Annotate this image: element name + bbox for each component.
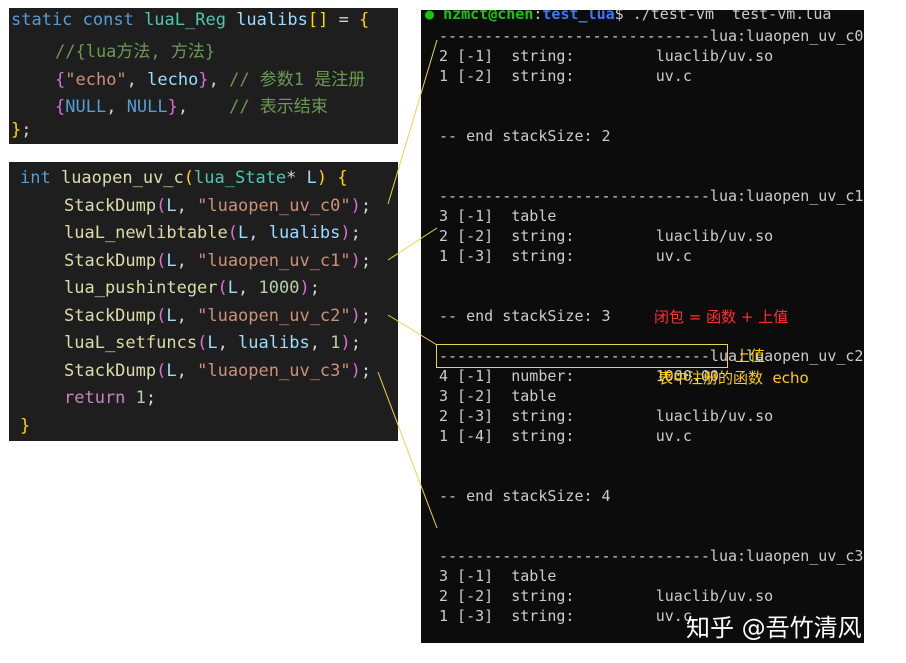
table-function-annotation: 表中注册的函数 echo	[658, 369, 809, 387]
code-line-dump3: StackDump(L, "luaopen_uv_c3");	[64, 361, 372, 381]
terminal-line: -- end stackSize: 2	[439, 127, 611, 145]
code-line-setfuncs: luaL_setfuncs(L, lualibs, 1);	[64, 333, 361, 353]
code-line-pushinteger: lua_pushinteger(L, 1000);	[64, 278, 320, 298]
terminal-line: -- end stackSize: 3	[439, 307, 611, 325]
terminal-line: -- end stackSize: 4	[439, 487, 611, 505]
code-line-close: }	[20, 416, 31, 436]
code-line-dump0: StackDump(L, "luaopen_uv_c0");	[64, 196, 372, 216]
terminal-line: 1 [-3] string: uv.c	[439, 247, 692, 265]
terminal-line: ------------------------------lua:luaope…	[439, 187, 864, 205]
code-line-newlibtable: luaL_newlibtable(L, lualibs);	[64, 223, 361, 243]
terminal-line: 1 [-2] string: uv.c	[439, 67, 692, 85]
watermark: 知乎 @吾竹清风	[686, 614, 862, 642]
code-panel-luaopen: int luaopen_uv_c(lua_State* L) { StackDu…	[9, 162, 398, 441]
terminal-line: 2 [-3] string: luaclib/uv.so	[439, 407, 774, 425]
code-line-func: int luaopen_uv_c(lua_State* L) {	[20, 168, 348, 188]
terminal-line: ------------------------------lua:luaope…	[439, 27, 864, 45]
terminal-line: 3 [-2] table	[439, 387, 557, 405]
code-line-1: static const luaL_Reg lualibs[] = {	[11, 10, 370, 30]
terminal-line: 2 [-2] string: luaclib/uv.so	[439, 587, 774, 605]
terminal-prompt: ● hzmct@chen:test_lua$ ./test-vm test-vm…	[425, 10, 831, 23]
code-panel-lualibs: static const luaL_Reg lualibs[] = { //{l…	[9, 8, 398, 144]
code-line-return: return 1;	[64, 388, 157, 408]
terminal-line: 3 [-1] table	[439, 207, 557, 225]
code-line-dump2: StackDump(L, "luaopen_uv_c2");	[64, 306, 372, 326]
code-line-4: {NULL, NULL}, // 表示结束	[55, 97, 328, 117]
terminal-line: 2 [-1] string: luaclib/uv.so	[439, 47, 774, 65]
terminal-line: 1 [-4] string: uv.c	[439, 427, 692, 445]
closure-annotation: 闭包 = 函数 + 上值	[654, 308, 789, 326]
terminal-line: 3 [-1] table	[439, 567, 557, 585]
terminal-line: 2 [-2] string: luaclib/uv.so	[439, 227, 774, 245]
highlight-box-upvalue	[436, 344, 728, 368]
terminal-panel: ● hzmct@chen:test_lua$ ./test-vm test-vm…	[421, 10, 864, 643]
code-line-3: {"echo", lecho}, // 参数1 是注册	[55, 70, 366, 90]
terminal-line: ------------------------------lua:luaope…	[439, 547, 864, 565]
code-line-5: };	[11, 120, 32, 140]
upvalue-annotation: 上值	[735, 347, 766, 365]
prompt-icon: ●	[425, 10, 435, 23]
code-line-2: //{lua方法, 方法}	[55, 42, 216, 62]
code-line-dump1: StackDump(L, "luaopen_uv_c1");	[64, 251, 372, 271]
terminal-line: 1 [-3] string: uv.c	[439, 607, 692, 625]
